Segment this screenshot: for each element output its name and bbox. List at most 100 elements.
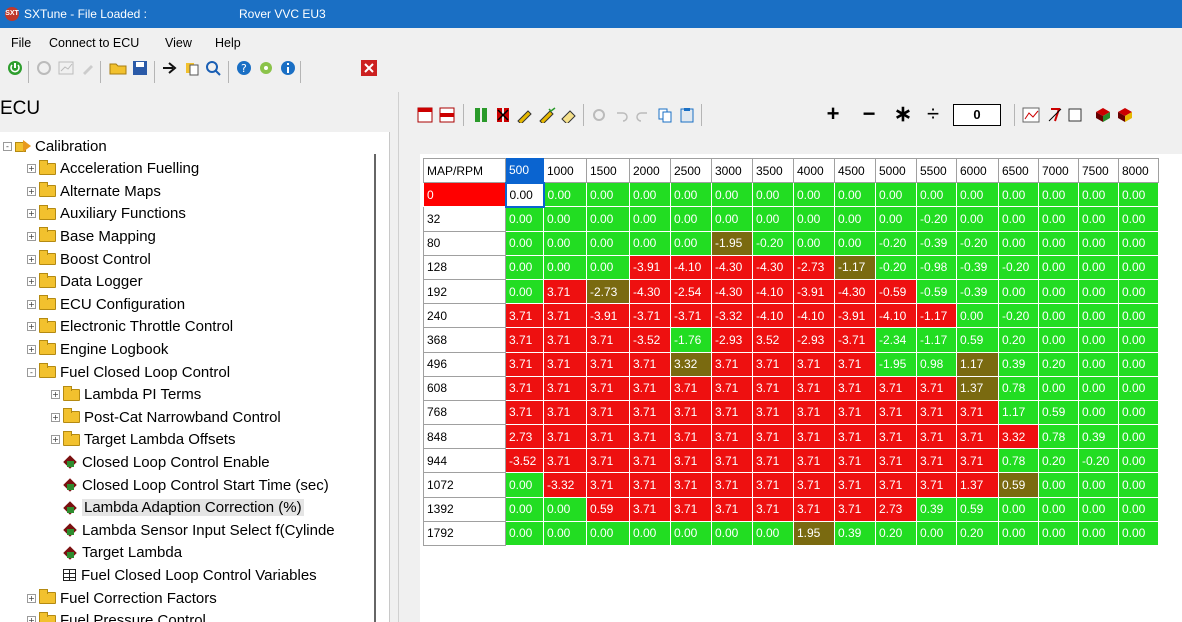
table-cell[interactable]: 3.71 bbox=[711, 399, 753, 426]
tree-item[interactable]: Lambda Adaption Correction (%) bbox=[51, 498, 304, 518]
tree-item[interactable]: + Target Lambda Offsets bbox=[51, 430, 235, 450]
table-cell[interactable]: 0.00 bbox=[504, 181, 545, 208]
table-cell[interactable]: 3.71 bbox=[711, 351, 753, 377]
table-cell[interactable]: -1.95 bbox=[875, 351, 917, 377]
table-cell[interactable]: 0.00 bbox=[711, 206, 753, 232]
table-cell[interactable]: 3.52 bbox=[752, 327, 794, 353]
table-cell[interactable]: 0.39 bbox=[998, 351, 1039, 377]
table-cell[interactable]: 0.00 bbox=[629, 230, 671, 256]
tree-item[interactable]: Closed Loop Control Start Time (sec) bbox=[51, 475, 329, 495]
pencil-check-icon[interactable] bbox=[537, 105, 557, 125]
table-cell[interactable]: 0.00 bbox=[1038, 520, 1079, 547]
rpm-column-header[interactable]: 500 bbox=[505, 157, 544, 184]
table-cell[interactable]: 0.00 bbox=[998, 278, 1039, 305]
expand-icon[interactable]: + bbox=[27, 322, 36, 332]
table-cell[interactable]: 3.71 bbox=[834, 351, 876, 377]
help-icon[interactable]: ? bbox=[234, 58, 254, 78]
info-icon[interactable] bbox=[278, 58, 298, 78]
rpm-column-header[interactable]: 4500 bbox=[834, 157, 876, 184]
table-cell[interactable]: 0.00 bbox=[1038, 303, 1079, 329]
table-cell[interactable]: -3.52 bbox=[505, 448, 544, 474]
table-cell[interactable]: 3.71 bbox=[543, 303, 587, 329]
table-cell[interactable]: 3.71 bbox=[793, 496, 835, 522]
table-cell[interactable]: 0.00 bbox=[752, 182, 794, 208]
table-cell[interactable]: 0.00 bbox=[1078, 254, 1119, 280]
columns-x-icon[interactable] bbox=[493, 105, 513, 125]
table-cell[interactable]: 0.00 bbox=[998, 230, 1039, 256]
table-cell[interactable]: 3.71 bbox=[629, 399, 671, 426]
table-cell[interactable]: 0.00 bbox=[711, 182, 753, 208]
table-cell[interactable]: 3.71 bbox=[834, 472, 876, 498]
table-cell[interactable]: 0.00 bbox=[1038, 182, 1079, 208]
table-cell[interactable]: 0.00 bbox=[629, 206, 671, 232]
table-cell[interactable]: 0.00 bbox=[1118, 520, 1159, 547]
table-cell[interactable]: 0.00 bbox=[916, 182, 957, 208]
table-cell[interactable]: 0.00 bbox=[629, 182, 671, 208]
table-cell[interactable]: 0.20 bbox=[1038, 351, 1079, 377]
collapse-icon[interactable]: - bbox=[3, 141, 12, 151]
table-cell[interactable]: 3.71 bbox=[875, 424, 917, 450]
collapse-icon[interactable]: - bbox=[27, 367, 36, 377]
table-cell[interactable]: 3.71 bbox=[543, 399, 587, 426]
table-cell[interactable]: -4.10 bbox=[752, 303, 794, 329]
cube-alt-icon[interactable] bbox=[1115, 105, 1135, 125]
tree-item[interactable]: Target Lambda bbox=[51, 543, 182, 563]
table-import-icon[interactable] bbox=[415, 105, 435, 125]
table-cell[interactable]: 0.59 bbox=[586, 496, 630, 522]
menu-view[interactable]: View bbox=[165, 36, 192, 50]
eraser-icon[interactable] bbox=[559, 105, 579, 125]
table-cell[interactable]: 0.59 bbox=[956, 496, 999, 522]
table-cell[interactable]: 3.71 bbox=[543, 375, 587, 401]
table-cell[interactable]: 0.39 bbox=[834, 520, 876, 547]
table-cell[interactable]: 3.71 bbox=[793, 351, 835, 377]
table-cell[interactable]: 0.00 bbox=[1118, 303, 1159, 329]
table-cell[interactable]: 3.71 bbox=[711, 375, 753, 401]
table-cell[interactable]: 0.00 bbox=[505, 472, 544, 498]
table-cell[interactable]: -4.10 bbox=[793, 303, 835, 329]
tree-item[interactable]: + Base Mapping bbox=[27, 226, 156, 246]
table-cell[interactable]: -3.71 bbox=[670, 303, 712, 329]
rpm-column-header[interactable]: 5500 bbox=[916, 157, 957, 184]
table-cell[interactable]: 3.71 bbox=[875, 399, 917, 426]
table-cell[interactable]: 3.71 bbox=[752, 424, 794, 450]
multiply-button[interactable]: ∗ bbox=[893, 101, 913, 126]
table-cell[interactable]: 0.00 bbox=[505, 254, 544, 280]
table-cell[interactable]: -1.17 bbox=[834, 254, 876, 280]
tree-item[interactable]: + ECU Configuration bbox=[27, 294, 185, 314]
table-cell[interactable]: 0.00 bbox=[1038, 472, 1079, 498]
table-cell[interactable]: 0.00 bbox=[956, 206, 999, 232]
table-cell[interactable]: 0.20 bbox=[956, 520, 999, 547]
table-cell[interactable]: 0.59 bbox=[998, 472, 1039, 498]
table-cell[interactable]: 0.00 bbox=[1078, 230, 1119, 256]
map-row-header[interactable]: 240 bbox=[423, 303, 506, 329]
expand-icon[interactable]: + bbox=[27, 593, 36, 603]
table-cell[interactable]: 3.71 bbox=[793, 472, 835, 498]
tree-item[interactable]: - Calibration bbox=[3, 136, 107, 156]
table-cell[interactable]: 1.37 bbox=[956, 375, 999, 401]
table-cell[interactable]: 3.71 bbox=[834, 375, 876, 401]
table-cell[interactable]: 0.78 bbox=[1038, 424, 1079, 450]
tree-item[interactable]: Lambda Sensor Input Select f(Cylinde bbox=[51, 520, 335, 540]
table-cell[interactable]: -3.91 bbox=[586, 303, 630, 329]
table-cell[interactable]: 0.59 bbox=[1038, 399, 1079, 426]
expand-icon[interactable]: + bbox=[27, 277, 36, 287]
cube-icon[interactable] bbox=[1093, 105, 1113, 125]
tool-disabled-icon[interactable] bbox=[78, 58, 98, 78]
copy-icon[interactable] bbox=[182, 58, 202, 78]
tree-item[interactable]: Closed Loop Control Enable bbox=[51, 452, 270, 472]
table-cell[interactable]: 0.00 bbox=[998, 520, 1039, 547]
table-cell[interactable]: 3.71 bbox=[670, 472, 712, 498]
table-cell[interactable]: 3.71 bbox=[711, 472, 753, 498]
table-cell[interactable]: 3.71 bbox=[543, 351, 587, 377]
table-cell[interactable]: -4.30 bbox=[629, 278, 671, 305]
table-cell[interactable]: 3.71 bbox=[916, 399, 957, 426]
table-cell[interactable]: -0.20 bbox=[752, 230, 794, 256]
expand-icon[interactable]: + bbox=[27, 164, 36, 174]
table-cell[interactable]: 3.71 bbox=[505, 303, 544, 329]
expand-icon[interactable]: + bbox=[27, 344, 36, 354]
rpm-column-header[interactable]: 7500 bbox=[1078, 157, 1119, 184]
table-cell[interactable]: 3.71 bbox=[834, 448, 876, 474]
table-cell[interactable]: -2.34 bbox=[875, 327, 917, 353]
table-cell[interactable]: -1.76 bbox=[670, 327, 712, 353]
table-cell[interactable]: 0.00 bbox=[1078, 520, 1119, 547]
